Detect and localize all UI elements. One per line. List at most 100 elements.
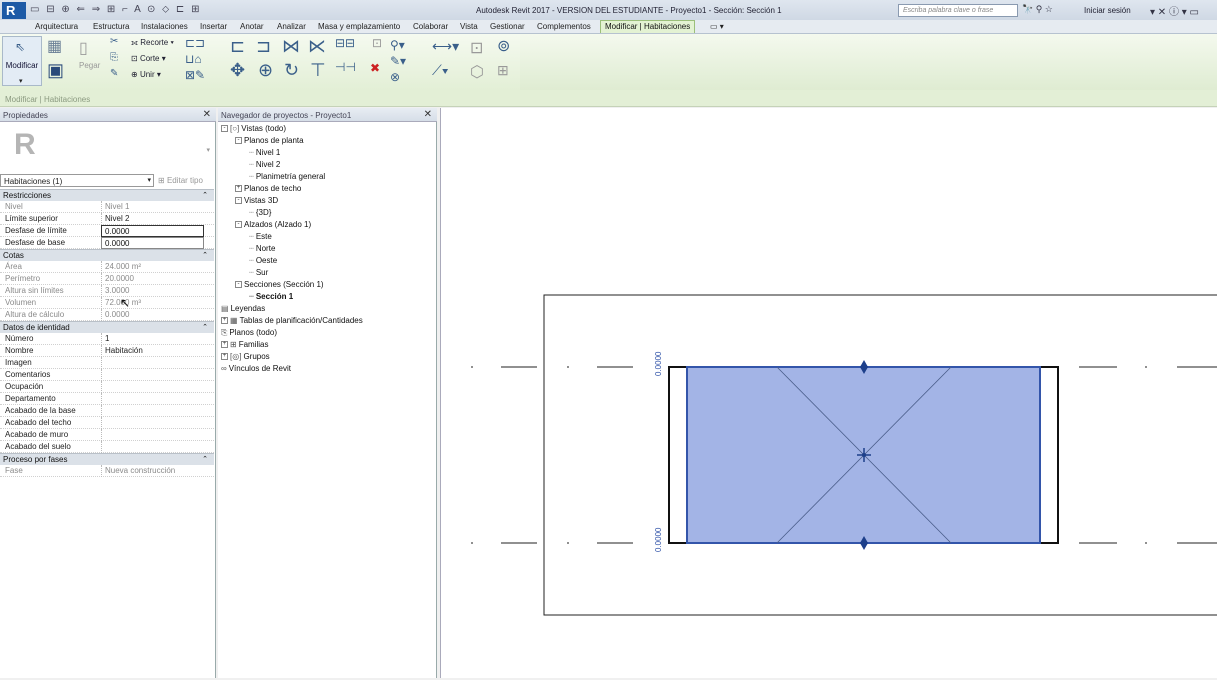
property-row[interactable]: Acabado del suelo: [0, 441, 214, 453]
browser-node[interactable]: ┄ Este: [249, 232, 272, 241]
tab-colaborar[interactable]: Colaborar: [413, 22, 448, 31]
property-row[interactable]: Área 24.000 m²: [0, 261, 214, 273]
property-row[interactable]: Comentarios: [0, 369, 214, 381]
copy-element-icon[interactable]: ⊕: [258, 60, 273, 81]
mirror-draw-icon[interactable]: ⋉: [308, 36, 326, 57]
browser-node[interactable]: ┄ Norte: [249, 244, 275, 253]
create-icon[interactable]: ⊡: [470, 38, 483, 58]
property-value[interactable]: 1: [101, 333, 204, 345]
property-value[interactable]: [101, 381, 204, 393]
measure-icon[interactable]: ⟷▾: [432, 38, 459, 55]
expand-toggle-icon[interactable]: +: [221, 341, 228, 349]
rotate-icon[interactable]: ↻: [284, 60, 299, 81]
browser-node[interactable]: ┄ Oeste: [249, 256, 277, 265]
collapse-icon[interactable]: ⌃: [202, 323, 208, 331]
geometry-icon[interactable]: ⊏⊐: [185, 36, 205, 50]
tab-estructura[interactable]: Estructura: [93, 22, 129, 31]
tab-complementos[interactable]: Complementos: [537, 22, 591, 31]
browser-node[interactable]: - Planos de planta: [235, 136, 304, 145]
room-separator-icon[interactable]: ⊞: [497, 62, 509, 79]
split-icon[interactable]: ⊠✎: [185, 68, 205, 82]
dimension-icon[interactable]: ⟋▾: [432, 62, 449, 79]
join-button[interactable]: ⊕ Unir ▾: [131, 70, 161, 79]
tab-analizar[interactable]: Analizar: [277, 22, 306, 31]
expand-toggle-icon[interactable]: +: [221, 353, 228, 361]
property-row[interactable]: Nombre Habitación: [0, 345, 214, 357]
property-row[interactable]: Acabado de la base: [0, 405, 214, 417]
offset-icon[interactable]: ⊐: [256, 36, 271, 57]
quick-access-toolbar[interactable]: ▭ ⊟ ⊕ ⇐ ⇒ ⊞ ⌐ A ⊙ ⬦ ⊏ ⊞: [30, 4, 201, 15]
expand-toggle-icon[interactable]: +: [235, 185, 242, 193]
property-row[interactable]: Ocupación: [0, 381, 214, 393]
modify-button[interactable]: ⇖ Modificar ▾: [2, 36, 42, 86]
expand-toggle-icon[interactable]: -: [235, 197, 242, 205]
copy-icon[interactable]: ⎘: [110, 52, 118, 63]
close-icon[interactable]: ✕: [424, 109, 432, 120]
window-controls[interactable]: ▾ ✕ ⓘ ▾ ▭: [1150, 3, 1199, 18]
pin-icon[interactable]: ⚲▾: [390, 38, 405, 52]
category-header[interactable]: Restricciones ⌃: [0, 189, 214, 201]
tab-masa[interactable]: Masa y emplazamiento: [318, 22, 400, 31]
cut-icon[interactable]: ✂: [110, 36, 118, 47]
browser-node[interactable]: - Secciones (Sección 1): [235, 280, 324, 289]
tab-arquitectura[interactable]: Arquitectura: [35, 22, 78, 31]
app-logo[interactable]: R: [2, 2, 26, 19]
paint-brush-icon[interactable]: ✎▾: [390, 54, 406, 68]
sign-in-button[interactable]: Iniciar sesión: [1084, 6, 1131, 15]
close-icon[interactable]: ✕: [203, 109, 211, 120]
split-element-icon[interactable]: ⊣⊣: [335, 60, 356, 74]
property-value[interactable]: [101, 357, 204, 369]
type-properties-icon[interactable]: ▣: [47, 60, 64, 81]
browser-node[interactable]: + ▦ Tablas de planificación/Cantidades: [221, 316, 363, 325]
paint-icon[interactable]: ⊔⌂: [185, 52, 202, 66]
tab-anotar[interactable]: Anotar: [240, 22, 264, 31]
browser-node[interactable]: - Alzados (Alzado 1): [235, 220, 311, 229]
tab-modificar-habitaciones[interactable]: Modificar | Habitaciones: [600, 20, 696, 33]
property-value[interactable]: [101, 417, 204, 429]
browser-node[interactable]: + Planos de techo: [235, 184, 301, 193]
category-header[interactable]: Proceso por fases ⌃: [0, 453, 214, 465]
category-header[interactable]: Datos de identidad ⌃: [0, 321, 214, 333]
property-row[interactable]: Número 1: [0, 333, 214, 345]
type-selector[interactable]: Habitaciones (1) ▾: [0, 174, 154, 187]
property-row[interactable]: Desfase de límite 0.0000: [0, 225, 214, 237]
expand-toggle-icon[interactable]: -: [235, 281, 242, 289]
move-icon[interactable]: ✥: [230, 60, 245, 81]
tab-vista[interactable]: Vista: [460, 22, 478, 31]
property-row[interactable]: Altura sin límites 3.0000: [0, 285, 214, 297]
browser-node[interactable]: ┄ Nivel 2: [249, 160, 280, 169]
trim-icon[interactable]: ⊤: [310, 60, 326, 81]
scale-icon[interactable]: ⊡: [372, 36, 382, 50]
chevron-down-icon[interactable]: ▾: [206, 146, 210, 154]
collapse-icon[interactable]: ⌃: [202, 455, 208, 463]
category-header[interactable]: Cotas ⌃: [0, 249, 214, 261]
browser-node[interactable]: + [◎] Grupos: [221, 352, 270, 361]
search-input[interactable]: Escriba palabra clave o frase: [898, 4, 1018, 17]
array-icon[interactable]: ⊟⊟: [335, 36, 355, 50]
property-row[interactable]: Nivel Nivel 1: [0, 201, 214, 213]
view-icon[interactable]: ⊚: [497, 36, 510, 56]
paste-button[interactable]: Pegar: [79, 61, 100, 70]
property-row[interactable]: Imagen: [0, 357, 214, 369]
browser-node[interactable]: - Vistas 3D: [235, 196, 278, 205]
tab-extra[interactable]: ▭ ▾: [710, 22, 724, 31]
edit-type-button[interactable]: ⊞ Editar tipo: [158, 176, 203, 185]
delete-icon[interactable]: ✖: [370, 61, 380, 75]
property-value[interactable]: [101, 369, 204, 381]
property-row[interactable]: Departamento: [0, 393, 214, 405]
browser-node[interactable]: ┄ Nivel 1: [249, 148, 280, 157]
browser-node[interactable]: + ⊞ Familias: [221, 340, 268, 349]
property-value[interactable]: Habitación: [101, 345, 204, 357]
level-offset-top[interactable]: 0.0000: [654, 351, 663, 376]
browser-node[interactable]: ∞ Vínculos de Revit: [221, 364, 291, 373]
tab-gestionar[interactable]: Gestionar: [490, 22, 525, 31]
paste-icon[interactable]: ▯: [79, 38, 88, 58]
mirror-axis-icon[interactable]: ⋈: [282, 36, 300, 57]
property-value[interactable]: Nivel 2: [101, 213, 204, 225]
property-row[interactable]: Fase Nueva construcción: [0, 465, 214, 477]
expand-toggle-icon[interactable]: +: [221, 317, 228, 325]
tab-instalaciones[interactable]: Instalaciones: [141, 22, 188, 31]
browser-node[interactable]: ▤ Leyendas: [221, 304, 265, 313]
browser-node[interactable]: ┄ Sur: [249, 268, 268, 277]
property-row[interactable]: Desfase de base 0.0000: [0, 237, 214, 249]
